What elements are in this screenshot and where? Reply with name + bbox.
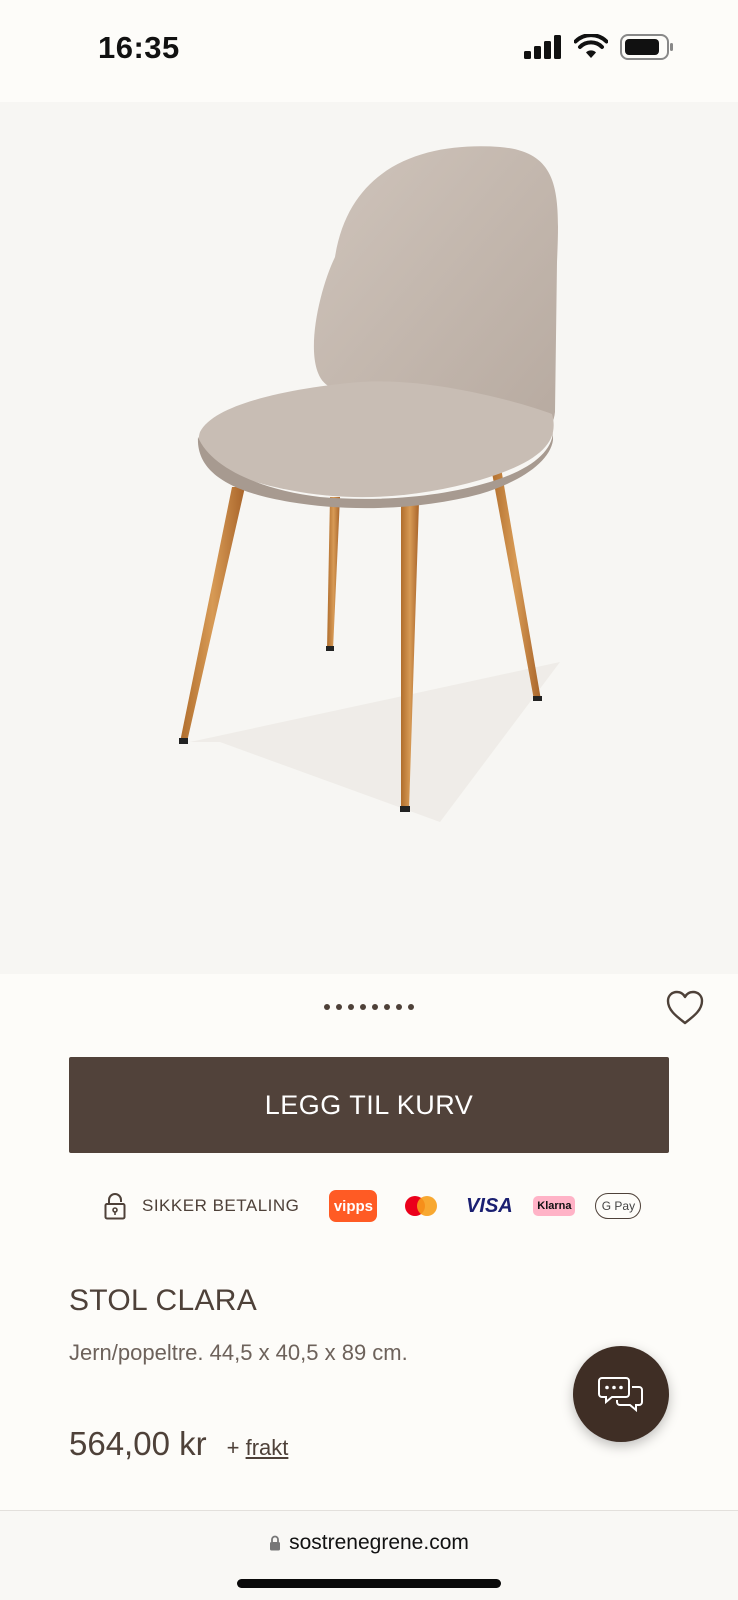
lock-icon bbox=[270, 1535, 281, 1551]
vipps-logo: vipps bbox=[329, 1190, 378, 1222]
carousel-dot[interactable] bbox=[396, 1004, 402, 1010]
payment-methods-row: SIKKER BETALING vipps VISA Klarna G Pay bbox=[104, 1188, 642, 1224]
carousel-dot[interactable] bbox=[408, 1004, 414, 1010]
url-display[interactable]: sostrenegrene.com bbox=[0, 1531, 738, 1555]
signal-icon bbox=[524, 35, 561, 59]
chat-bubbles-icon bbox=[598, 1377, 643, 1413]
carousel-dot[interactable] bbox=[384, 1004, 390, 1010]
product-price: 564,00 kr bbox=[69, 1425, 207, 1462]
heart-icon[interactable] bbox=[666, 990, 704, 1026]
carousel-dots[interactable] bbox=[0, 1004, 738, 1010]
add-to-cart-button[interactable]: LEGG TIL KURV bbox=[69, 1057, 669, 1153]
home-indicator[interactable] bbox=[237, 1579, 501, 1588]
chat-button[interactable] bbox=[573, 1346, 669, 1442]
chair-illustration bbox=[179, 146, 560, 822]
battery-icon bbox=[620, 34, 673, 60]
google-pay-logo: G Pay bbox=[595, 1193, 642, 1219]
lock-icon bbox=[104, 1193, 126, 1220]
price-row: 564,00 kr + frakt bbox=[69, 1425, 288, 1463]
shipping-prefix: + bbox=[226, 1435, 240, 1460]
klarna-logo: Klarna bbox=[533, 1196, 576, 1216]
visa-logo: VISA bbox=[466, 1194, 513, 1217]
carousel-dot[interactable] bbox=[336, 1004, 342, 1010]
mastercard-logo bbox=[397, 1190, 445, 1222]
carousel-dot[interactable] bbox=[372, 1004, 378, 1010]
product-image[interactable] bbox=[0, 102, 738, 974]
status-bar: 16:35 bbox=[0, 0, 738, 102]
product-description: Jern/popeltre. 44,5 x 40,5 x 89 cm. bbox=[69, 1340, 408, 1365]
url-text: sostrenegrene.com bbox=[289, 1531, 469, 1554]
carousel-dot[interactable] bbox=[348, 1004, 354, 1010]
wifi-icon bbox=[574, 34, 608, 58]
status-time: 16:35 bbox=[98, 30, 180, 65]
browser-address-bar[interactable]: sostrenegrene.com bbox=[0, 1510, 738, 1600]
secure-payment-label: SIKKER BETALING bbox=[142, 1196, 300, 1215]
carousel-dot[interactable] bbox=[360, 1004, 366, 1010]
shipping-info: + frakt bbox=[227, 1435, 289, 1461]
shipping-link[interactable]: frakt bbox=[246, 1435, 289, 1460]
status-icons bbox=[524, 34, 674, 60]
carousel-dot[interactable] bbox=[324, 1004, 330, 1010]
product-title: STOL CLARA bbox=[69, 1284, 258, 1317]
